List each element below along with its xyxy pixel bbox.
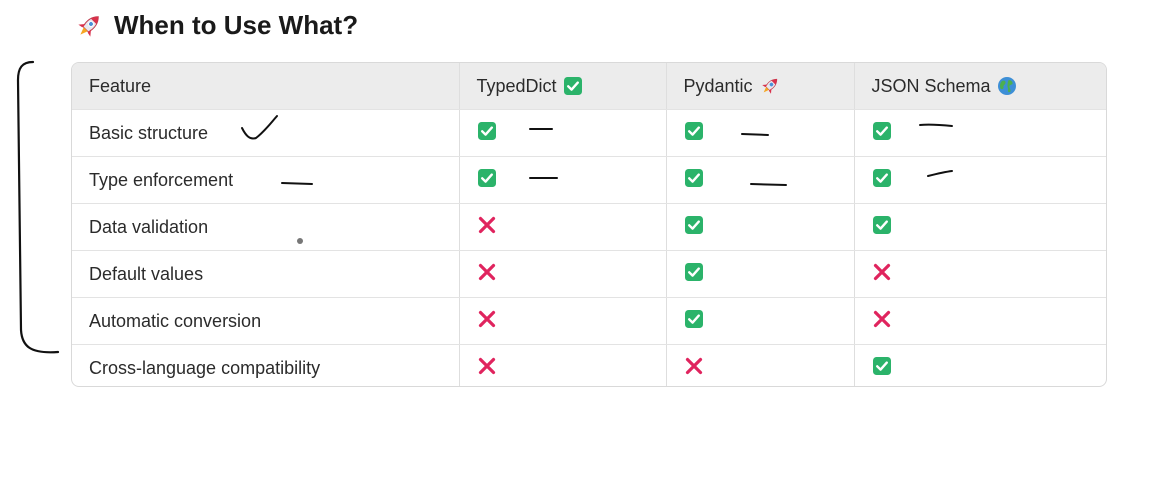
supported-mark: [477, 121, 497, 141]
unsupported-mark: [477, 215, 497, 235]
unsupported-mark: [684, 356, 704, 376]
check-box-icon: [684, 262, 703, 281]
support-cell: [459, 344, 667, 386]
table-row: Cross-language compatibility: [72, 344, 1106, 387]
support-cell: [854, 345, 1106, 387]
supported-mark: [477, 168, 497, 188]
support-cell: [459, 109, 667, 157]
support-cell: [854, 156, 1106, 204]
table-row: Type enforcement: [72, 156, 1106, 204]
check-box-icon: [477, 121, 496, 140]
table-row: Basic structure: [72, 109, 1106, 157]
rocket-icon: [78, 15, 99, 37]
support-cell: [666, 297, 855, 345]
check-box-icon: [684, 121, 703, 140]
supported-mark: [684, 168, 704, 188]
supported-mark: [872, 168, 892, 188]
check-box-icon: [872, 121, 891, 140]
unsupported-mark: [872, 262, 892, 282]
globe-icon: [997, 77, 1016, 95]
check-box-icon: [872, 356, 891, 375]
page-heading: When to Use What?: [74, 10, 358, 41]
check-box-icon: [872, 215, 891, 234]
column-header: TypedDict: [459, 63, 667, 110]
supported-mark: [684, 309, 704, 329]
unsupported-mark: [872, 309, 892, 329]
check-box-icon: [477, 168, 496, 187]
table-row: Automatic conversion: [72, 297, 1106, 345]
table-row: Default values: [72, 250, 1106, 298]
support-cell: [666, 344, 855, 386]
unsupported-mark: [477, 262, 497, 282]
feature-cell: Default values: [72, 250, 460, 298]
column-header-label: Pydantic: [683, 75, 753, 96]
support-cell: [854, 109, 1106, 157]
support-cell: [459, 203, 667, 251]
page-title: When to Use What?: [114, 10, 359, 40]
support-cell: [666, 156, 855, 204]
rocket-icon: [761, 78, 777, 94]
support-cell: [459, 297, 667, 345]
comparison-table: Feature TypedDict Pydantic JSON Schema Ba…: [71, 62, 1107, 387]
support-cell: [666, 203, 855, 251]
check-box-icon: [563, 77, 582, 95]
supported-mark: [872, 356, 892, 376]
cross-icon: [478, 357, 495, 374]
column-header-label: Feature: [89, 75, 152, 96]
column-header: Pydantic: [666, 63, 855, 110]
check-box-icon: [684, 215, 703, 234]
supported-mark: [684, 121, 704, 141]
support-cell: [854, 250, 1106, 298]
feature-cell: Type enforcement: [72, 156, 460, 204]
check-box-icon: [684, 168, 703, 187]
support-cell: [666, 250, 855, 298]
table-row: Data validation: [72, 203, 1106, 251]
unsupported-mark: [477, 356, 497, 376]
supported-mark: [872, 215, 892, 235]
check-box-icon: [684, 309, 703, 328]
column-header: JSON Schema: [854, 63, 1106, 110]
support-cell: [666, 109, 855, 157]
table-header-row: Feature TypedDict Pydantic JSON Schema: [72, 63, 1106, 110]
cross-icon: [685, 357, 702, 374]
unsupported-mark: [477, 309, 497, 329]
feature-cell: Basic structure: [72, 109, 460, 157]
supported-mark: [872, 121, 892, 141]
cross-icon: [873, 263, 890, 280]
support-cell: [459, 250, 667, 298]
column-header-label: JSON Schema: [871, 75, 991, 96]
feature-cell: Cross-language compatibility: [72, 344, 460, 386]
cross-icon: [873, 310, 890, 327]
column-header-label: TypedDict: [476, 75, 557, 96]
support-cell: [854, 203, 1106, 251]
check-box-icon: [872, 168, 891, 187]
support-cell: [854, 297, 1106, 345]
bracket-stroke: [16, 60, 60, 354]
cross-icon: [478, 310, 495, 327]
feature-cell: Data validation: [72, 203, 460, 251]
feature-cell: Automatic conversion: [72, 297, 460, 345]
cross-icon: [478, 216, 495, 233]
column-header: Feature: [72, 63, 460, 110]
supported-mark: [684, 262, 704, 282]
supported-mark: [684, 215, 704, 235]
support-cell: [459, 156, 667, 204]
cross-icon: [478, 263, 495, 280]
